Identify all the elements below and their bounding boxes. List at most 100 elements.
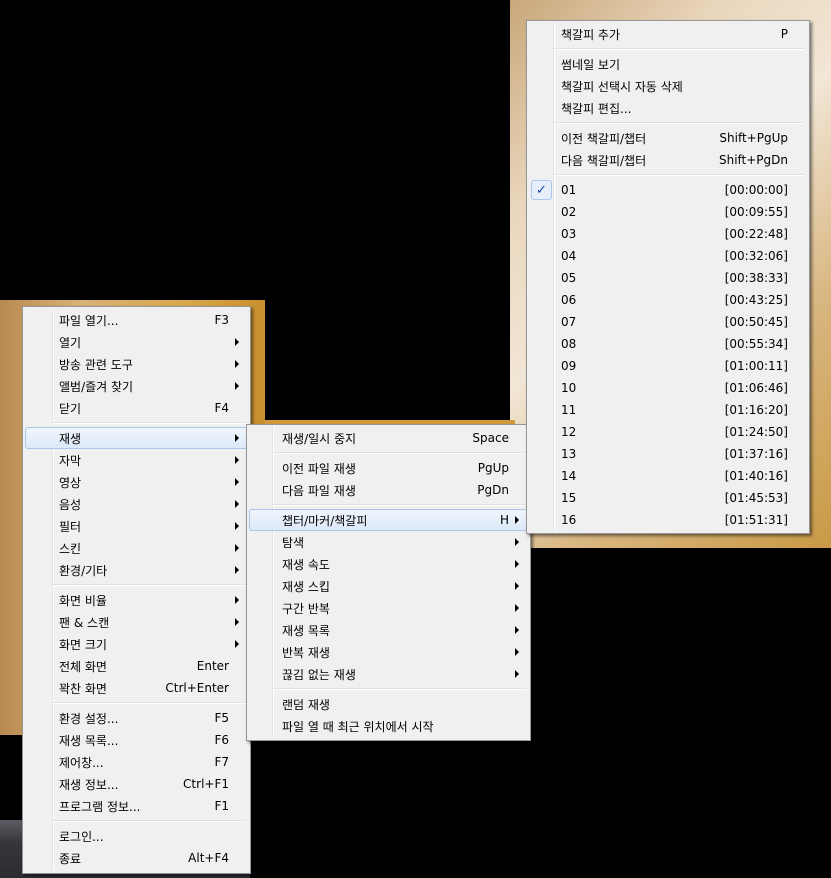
menu-item[interactable]: 음성: [25, 493, 248, 515]
menu-item-label: 08: [561, 337, 577, 351]
menu-item[interactable]: 08 [00:55:34]: [529, 333, 807, 355]
menu-item-shortcut: [01:06:46]: [724, 381, 788, 395]
menu-item-label: 팬 & 스캔: [59, 615, 110, 630]
menu-item-label: 스킨: [59, 541, 82, 556]
menu-item[interactable]: 프로그램 정보... F1: [25, 795, 248, 817]
menu-item-label: 11: [561, 403, 577, 417]
menu-item-shortcut: Space: [472, 431, 509, 445]
menu-item[interactable]: 12 [01:24:50]: [529, 421, 807, 443]
menu-item-label: 14: [561, 469, 577, 483]
menu-item[interactable]: 제어창... F7: [25, 751, 248, 773]
menu-item[interactable]: 팬 & 스캔: [25, 611, 248, 633]
submenu-arrow-icon: [515, 670, 519, 678]
menu-item[interactable]: 환경 설정... F5: [25, 707, 248, 729]
menu-item[interactable]: 14 [01:40:16]: [529, 465, 807, 487]
submenu-arrow-icon: [515, 626, 519, 634]
chapter-marker-bookmark-submenu: 책갈피 추가 P 썸네일 보기 책갈피 선택시 자동 삭제 책갈피 편집... 이전 책갈…: [526, 20, 810, 534]
menu-item-label: 방송 관련 도구: [59, 357, 133, 372]
menu-item-label: 파일 열기...: [59, 313, 119, 328]
menu-item[interactable]: 챕터/마커/책갈피 H: [249, 509, 528, 531]
menu-item[interactable]: 재생 정보... Ctrl+F1: [25, 773, 248, 795]
menu-item[interactable]: 02 [00:09:55]: [529, 201, 807, 223]
menu-item[interactable]: 03 [00:22:48]: [529, 223, 807, 245]
menu-item[interactable]: 재생 목록: [249, 619, 528, 641]
menu-separator: [25, 817, 248, 825]
menu-item[interactable]: 종료 Alt+F4: [25, 847, 248, 869]
menu-item-label: 01: [561, 183, 577, 197]
menu-item-label: 15: [561, 491, 577, 505]
checkmark-icon: ✓: [531, 180, 552, 200]
menu-item-label: 재생 정보...: [59, 777, 119, 792]
submenu-arrow-icon: [235, 522, 239, 530]
menu-item[interactable]: 07 [00:50:45]: [529, 311, 807, 333]
menu-item-label: 프로그램 정보...: [59, 799, 141, 814]
menu-item[interactable]: 랜덤 재생: [249, 693, 528, 715]
menu-item-label: 책갈피 추가: [561, 27, 621, 42]
menu-item[interactable]: 16 [01:51:31]: [529, 509, 807, 531]
menu-item-shortcut: P: [780, 27, 788, 41]
menu-item[interactable]: 열기: [25, 331, 248, 353]
playback-submenu: 재생/일시 중지 Space 이전 파일 재생 PgUp 다음 파일 재생 PgDn 챕터/…: [246, 424, 531, 741]
submenu-arrow-icon: [515, 582, 519, 590]
menu-item[interactable]: 다음 파일 재생 PgDn: [249, 479, 528, 501]
menu-item-label: 반복 재생: [282, 645, 330, 660]
menu-item[interactable]: 앨범/즐겨 찾기: [25, 375, 248, 397]
menu-item[interactable]: 파일 열기... F3: [25, 309, 248, 331]
menu-item[interactable]: 구간 반복: [249, 597, 528, 619]
menu-item[interactable]: 다음 책갈피/챕터 Shift+PgDn: [529, 149, 807, 171]
menu-item-label: 13: [561, 447, 577, 461]
menu-item[interactable]: 재생 속도: [249, 553, 528, 575]
menu-item[interactable]: 필터: [25, 515, 248, 537]
menu-item-label: 다음 파일 재생: [282, 483, 356, 498]
menu-item[interactable]: 환경/기타: [25, 559, 248, 581]
menu-item-shortcut: [00:43:25]: [724, 293, 788, 307]
menu-item-label: 끊김 없는 재생: [282, 667, 356, 682]
menu-item[interactable]: 끊김 없는 재생: [249, 663, 528, 685]
submenu-arrow-icon: [235, 500, 239, 508]
menu-item-shortcut: [01:51:31]: [724, 513, 788, 527]
menu-item[interactable]: 썸네일 보기: [529, 53, 807, 75]
menu-item[interactable]: 영상: [25, 471, 248, 493]
menu-item[interactable]: 재생 스킵: [249, 575, 528, 597]
menu-item[interactable]: 책갈피 선택시 자동 삭제: [529, 75, 807, 97]
submenu-arrow-icon: [235, 478, 239, 486]
menu-item[interactable]: 15 [01:45:53]: [529, 487, 807, 509]
menu-item[interactable]: 파일 열 때 최근 위치에서 시작: [249, 715, 528, 737]
menu-item[interactable]: 꽉찬 화면 Ctrl+Enter: [25, 677, 248, 699]
menu-item[interactable]: 스킨: [25, 537, 248, 559]
menu-item[interactable]: ✓ 01 [00:00:00]: [529, 179, 807, 201]
menu-item[interactable]: 전체 화면 Enter: [25, 655, 248, 677]
menu-item-label: 재생: [59, 431, 82, 446]
menu-item-shortcut: [00:00:00]: [724, 183, 788, 197]
menu-item[interactable]: 화면 비율: [25, 589, 248, 611]
menu-item[interactable]: 탐색: [249, 531, 528, 553]
menu-item-label: 앨범/즐겨 찾기: [59, 379, 134, 394]
menu-item[interactable]: 책갈피 편집...: [529, 97, 807, 119]
menu-item[interactable]: 11 [01:16:20]: [529, 399, 807, 421]
menu-item[interactable]: 05 [00:38:33]: [529, 267, 807, 289]
menu-item-shortcut: [01:45:53]: [724, 491, 788, 505]
menu-item[interactable]: 자막: [25, 449, 248, 471]
menu-item[interactable]: 재생: [25, 427, 248, 449]
menu-item-label: 꽉찬 화면: [59, 681, 107, 696]
menu-item[interactable]: 책갈피 추가 P: [529, 23, 807, 45]
menu-item[interactable]: 13 [01:37:16]: [529, 443, 807, 465]
menu-item[interactable]: 반복 재생: [249, 641, 528, 663]
menu-separator: [249, 501, 528, 509]
menu-item[interactable]: 이전 파일 재생 PgUp: [249, 457, 528, 479]
menu-item-label: 챕터/마커/책갈피: [282, 513, 368, 528]
menu-item[interactable]: 닫기 F4: [25, 397, 248, 419]
menu-item[interactable]: 재생 목록... F6: [25, 729, 248, 751]
menu-item[interactable]: 04 [00:32:06]: [529, 245, 807, 267]
menu-item[interactable]: 방송 관련 도구: [25, 353, 248, 375]
menu-item[interactable]: 재생/일시 중지 Space: [249, 427, 528, 449]
menu-separator: [25, 581, 248, 589]
menu-item-label: 04: [561, 249, 577, 263]
menu-item[interactable]: 이전 책갈피/챕터 Shift+PgUp: [529, 127, 807, 149]
menu-item[interactable]: 로그인...: [25, 825, 248, 847]
submenu-arrow-icon: [235, 360, 239, 368]
menu-item[interactable]: 화면 크기: [25, 633, 248, 655]
menu-item[interactable]: 10 [01:06:46]: [529, 377, 807, 399]
menu-item[interactable]: 06 [00:43:25]: [529, 289, 807, 311]
menu-item[interactable]: 09 [01:00:11]: [529, 355, 807, 377]
